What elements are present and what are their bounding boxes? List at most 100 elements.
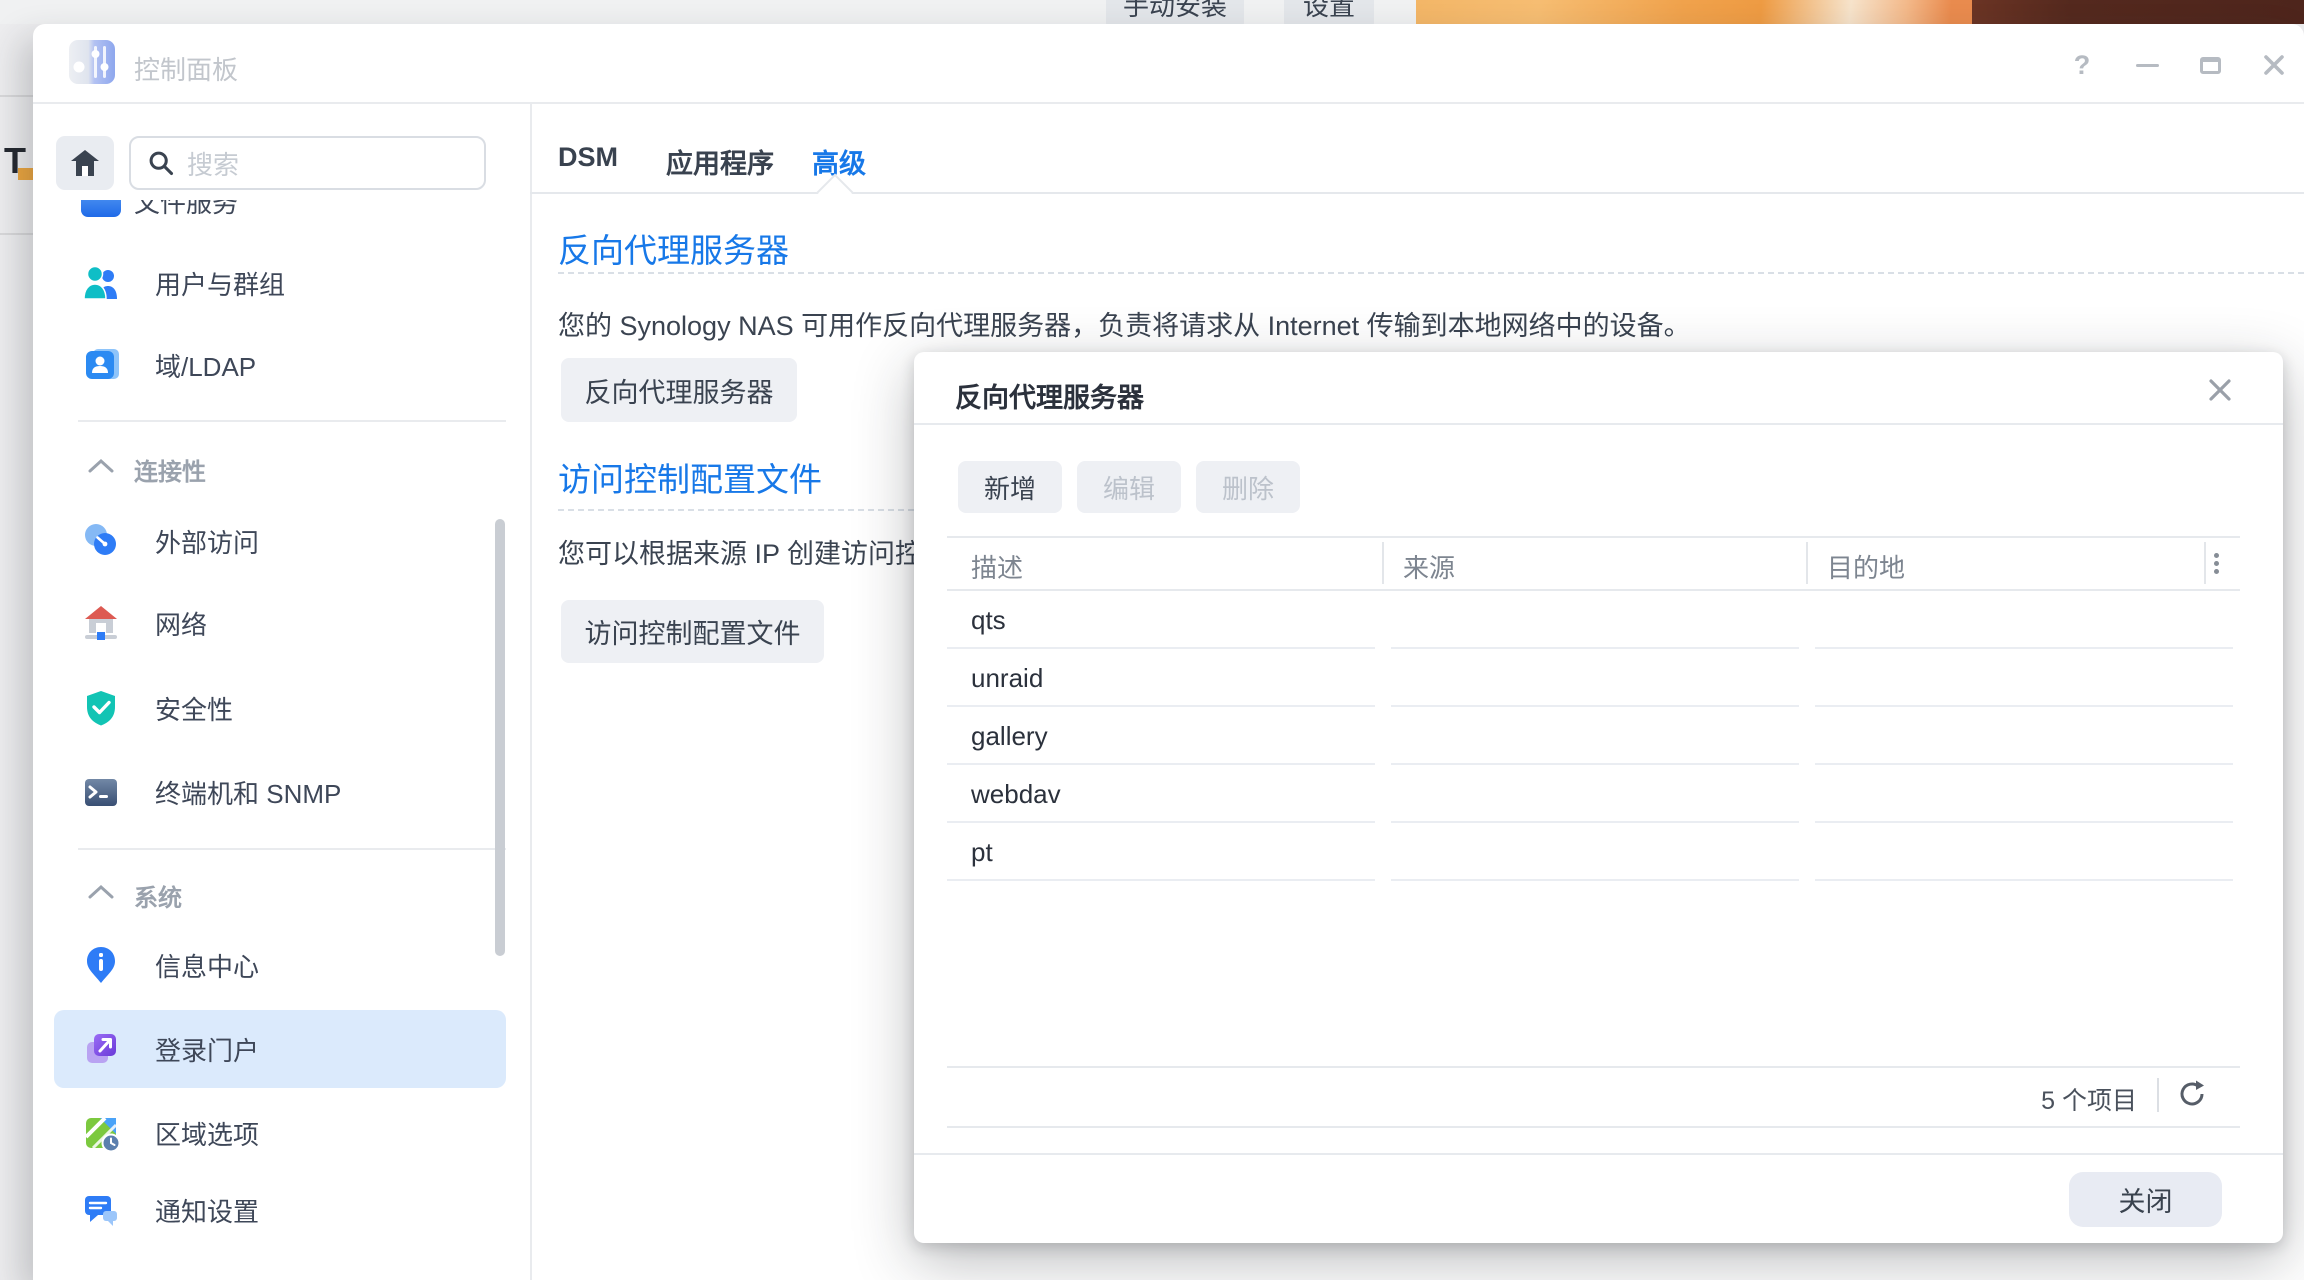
column-divider [2204,542,2206,584]
sidebar-item-regional-options[interactable]: 区域选项 [54,1101,506,1165]
home-icon [70,149,100,177]
column-settings-kebab-icon[interactable] [2214,550,2220,580]
add-button[interactable]: 新增 [958,461,1062,513]
file-services-icon [81,200,121,217]
divider [914,423,2283,425]
sidebar-item-label: 通知设置 [155,1192,259,1229]
section-divider [558,272,2304,274]
section-heading-access-control: 访问控制配置文件 [558,453,822,501]
sidebar-group-system[interactable]: 系统 [134,878,182,913]
row-description: pt [971,837,993,868]
tab-dsm[interactable]: DSM [558,142,618,173]
tab-advanced[interactable]: 高级 [812,142,866,181]
sidebar-divider [78,420,506,422]
sidebar-item-terminal-snmp[interactable]: 终端机和 SNMP [54,760,506,824]
users-groups-icon [81,263,121,303]
wallpaper-image-dark [1972,0,2304,24]
access-control-button-label: 访问控制配置文件 [585,612,801,651]
sidebar-group-connectivity[interactable]: 连接性 [134,452,206,487]
collapse-chevron-icon[interactable] [88,458,114,473]
security-shield-icon [81,688,121,728]
dialog-close-button[interactable] [2206,376,2234,404]
manual-install-label: 手动安装 [1123,0,1227,23]
divider [0,95,33,97]
column-header-source[interactable]: 来源 [1403,548,1455,585]
settings-label: 设置 [1303,0,1355,23]
network-icon [81,603,121,643]
maximize-button[interactable] [2193,48,2227,82]
access-control-description: 您可以根据来源 IP 创建访问控 [558,532,914,572]
section-heading-reverse-proxy: 反向代理服务器 [558,224,789,272]
close-icon [2262,53,2286,77]
wallpaper-image [1416,0,1972,24]
column-divider[interactable] [1382,542,1384,584]
reverse-proxy-button[interactable]: 反向代理服务器 [561,358,797,422]
divider [2157,1078,2159,1112]
minimize-button[interactable] [2130,48,2164,82]
sidebar-item-label: 用户与群组 [155,265,285,302]
divider [0,233,33,235]
divider [947,1126,2240,1128]
background-left-strip: T [0,24,33,1280]
domain-ldap-icon [81,345,121,385]
divider [914,1153,2283,1155]
edit-button[interactable]: 编辑 [1077,461,1181,513]
divider [947,1066,2240,1068]
sidebar-item-external-access[interactable]: 外部访问 [54,509,506,573]
regional-options-icon [81,1113,121,1153]
delete-button[interactable]: 删除 [1196,461,1300,513]
refresh-button[interactable] [2176,1078,2210,1112]
sidebar-item-file-services[interactable] [81,200,121,217]
table-row[interactable]: qts [947,591,2240,649]
table-row[interactable]: webdav [947,765,2240,823]
edit-button-label: 编辑 [1103,469,1155,506]
reverse-proxy-description: 您的 Synology NAS 可用作反向代理服务器，负责将请求从 Intern… [558,304,1691,343]
dialog-close-action-button[interactable]: 关闭 [2069,1172,2222,1227]
minimize-icon [2136,64,2159,67]
terminal-icon [81,772,121,812]
column-divider[interactable] [1806,542,1808,584]
info-center-icon [81,945,121,985]
close-window-button[interactable] [2257,48,2291,82]
sidebar-item-label: 域/LDAP [155,347,256,384]
sidebar-scrollbar[interactable] [495,519,505,956]
sidebar-item-label: 外部访问 [155,523,259,560]
maximize-icon [2200,57,2221,74]
table-row[interactable]: unraid [947,649,2240,707]
sidebar-item-label: 登录门户 [155,1031,259,1068]
sidebar-item-security[interactable]: 安全性 [54,676,506,740]
row-description: gallery [971,721,1048,752]
tab-underline [530,192,2304,194]
close-button-label: 关闭 [2119,1180,2173,1219]
help-button[interactable]: ? [2065,48,2099,82]
search-input[interactable]: 搜索 [129,136,486,190]
sidebar-item-label: 信息中心 [155,947,259,984]
delete-button-label: 删除 [1222,469,1274,506]
row-description: qts [971,605,1006,636]
refresh-icon [2176,1078,2208,1110]
column-header-description[interactable]: 描述 [971,548,1023,585]
section-divider [558,509,914,511]
collapse-chevron-icon[interactable] [88,884,114,899]
home-button[interactable] [56,136,114,190]
table-row[interactable]: gallery [947,707,2240,765]
add-button-label: 新增 [984,469,1036,506]
row-description: unraid [971,663,1043,694]
table-row[interactable]: pt [947,823,2240,881]
tab-applications[interactable]: 应用程序 [666,142,774,181]
divider [33,102,2304,104]
sidebar-item-users-groups[interactable]: 用户与群组 [54,251,506,315]
sidebar-item-network[interactable]: 网络 [54,591,506,655]
table-border [947,536,2240,538]
sidebar-item-label: 区域选项 [155,1115,259,1152]
help-icon: ? [2074,50,2091,81]
column-header-destination[interactable]: 目的地 [1827,548,1905,585]
control-panel-app-icon [69,40,115,84]
sidebar-item-info-center[interactable]: 信息中心 [54,933,506,997]
access-control-button[interactable]: 访问控制配置文件 [561,600,824,663]
sidebar-item-login-portal[interactable]: 登录门户 [54,1010,506,1088]
divider [530,103,532,1280]
sidebar-item-domain-ldap[interactable]: 域/LDAP [54,333,506,397]
search-icon [147,149,175,177]
sidebar-item-notification-settings[interactable]: 通知设置 [54,1178,506,1242]
